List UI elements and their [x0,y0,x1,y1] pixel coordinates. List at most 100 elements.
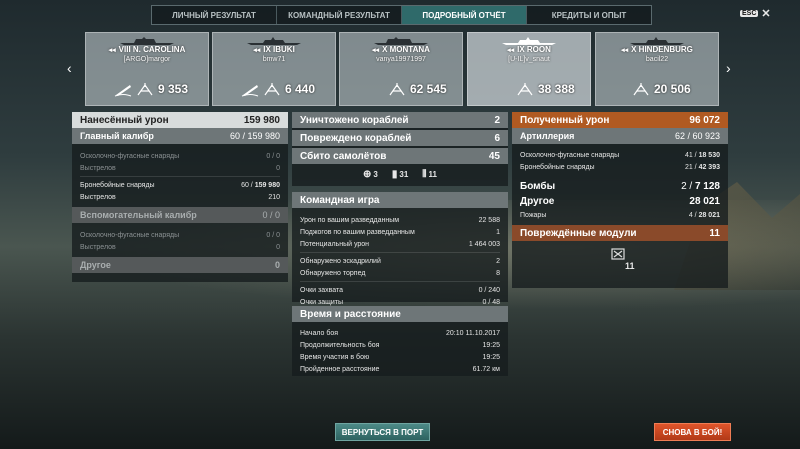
received-he-hits: 41 / [684,151,699,159]
divider [300,252,500,253]
player-name: [U-IL]v_snaut [508,56,550,63]
received-ap-hits: 21 / [684,163,699,171]
battleship-class-icon: ◂◂ [108,47,116,54]
ships-damaged-value: 6 [494,132,500,144]
time-row-label: Время участия в бою [300,353,370,361]
shells-stat: ▮ 31 [392,169,408,180]
ship-damage-score: 62 545 [410,82,447,96]
other-received-value: 28 021 [689,196,720,207]
time-row-value: 19:25 [482,353,500,361]
tab-personal-result[interactable]: ЛИЧНЫЙ РЕЗУЛЬТАТ [152,6,277,24]
time-row-label: Начало боя [300,329,339,337]
ship-card[interactable]: ◂◂ IX IBUKI bmw71 6 440 [212,32,336,106]
fires-count: 4 / [688,211,699,219]
cruiser-silhouette-icon [630,37,684,45]
player-name: bmw71 [262,56,286,63]
time-row: Пройденное расстояние 61.72 км [292,363,508,375]
time-row-value: 20:10 11.10.2017 [446,329,500,337]
secondary-he-row: Осколочно-фугасные снаряды 0 / 0 [72,229,288,241]
team-row-value: 22 588 [478,216,500,224]
torpedo-icon: ⫴ [422,168,427,180]
player-name: [ARGO]margor [123,56,171,63]
team-row: Поджогов по вашим разведданным 1 [292,226,508,238]
time-row: Время участия в бою 19:25 [292,351,508,363]
battle-again-button[interactable]: СНОВА В БОЙ! [654,423,731,441]
crosshair-icon: ⊕ [363,168,372,180]
time-row: Продолжительность боя 19:25 [292,339,508,351]
secondary-shots-row: Выстрелов 0 [72,241,288,253]
team-row: Очки захвата 0 / 240 [292,284,508,296]
ship-damage-score: 9 353 [158,82,189,96]
ship-damage-score: 38 388 [538,82,575,96]
artillery-label: Артиллерия [520,131,575,141]
divider [300,281,500,282]
secondary-battery-row: Вспомогательный калибр 0 / 0 [72,207,288,223]
planes-shot-value: 45 [488,150,500,162]
bombs-hits: 2 / [681,181,695,192]
bombs-row: Бомбы 2 / 7 128 [512,179,728,194]
damaged-modules-header: Повреждённые модули 11 [512,225,728,241]
tab-credits-xp[interactable]: КРЕДИТЫ И ОПЫТ [527,6,651,24]
main-battery-row: Главный калибр 60 / 159 980 [72,128,288,144]
team-row-label: Очки защиты [300,298,344,306]
team-row: Обнаружено торпед 8 [292,267,508,279]
ap-shots-row: Выстрелов 210 [72,191,288,203]
sunk-ship-icon [241,85,259,97]
other-received-label: Другое [520,196,555,207]
carousel-left-arrow-icon[interactable]: ‹ [67,60,72,76]
tab-team-result[interactable]: КОМАНДНЫЙ РЕЗУЛЬТАТ [277,6,402,24]
ship-card[interactable]: ◂◂ X HINDENBURG bacil22 20 506 [595,32,719,106]
team-row-value: 1 464 003 [468,240,500,248]
damage-dealt-icon [264,83,280,96]
sunk-ship-icon [114,85,132,97]
report-tabs: ЛИЧНЫЙ РЕЗУЛЬТАТ КОМАНДНЫЙ РЕЗУЛЬТАТ ПОД… [151,5,652,25]
damage-dealt-label: Нанесённый урон [80,114,169,126]
cruiser-silhouette-icon [247,37,301,45]
ap-shots-label: Выстрелов [80,193,116,201]
close-icon: ✕ [761,8,771,20]
he-shells-value: 0 / 0 [266,152,280,160]
ap-hits-value: 60 / [241,181,255,189]
esc-close-button[interactable]: ESC ✕ [740,7,771,20]
team-row-label: Урон по вашим разведданным [300,216,400,224]
ship-card[interactable]: ◂◂ VIII N. CAROLINA [ARGO]margor 9 353 [85,32,209,106]
he-shots-label: Выстрелов [80,164,116,172]
damaged-modules-label: Повреждённые модули [520,227,637,239]
team-row-label: Потенциальный урон [300,240,370,248]
damaged-module-count: 11 [625,261,635,271]
ship-card-self[interactable]: ◂◂ IX ROON [U-IL]v_snaut 38 388 [467,32,591,106]
damaged-module-icon [611,248,625,260]
cruiser-silhouette-icon [502,37,556,45]
damage-dealt-icon [389,83,405,96]
ship-name: ◂◂ VIII N. CAROLINA [108,45,186,54]
tab-detailed-report[interactable]: ПОДРОБНЫЙ ОТЧЁТ [402,6,527,24]
ship-card[interactable]: ◂◂ X MONTANA vanya19971997 62 545 [339,32,463,106]
carousel-right-arrow-icon[interactable]: › [726,60,731,76]
module-icon-area: 11 [512,241,728,281]
cruiser-class-icon: ◂◂ [253,47,261,54]
ship-name: ◂◂ IX ROON [507,45,551,54]
time-row-label: Продолжительность боя [300,341,380,349]
divider [80,176,280,177]
shells-count: 31 [399,169,409,179]
team-row-value: 2 [496,257,500,265]
ship-name: ◂◂ X HINDENBURG [621,45,693,54]
citadel-stat: ⊕ 3 [363,169,378,180]
ships-destroyed-value: 2 [494,114,500,126]
damage-received-value: 96 072 [689,114,720,126]
planes-shot-row: Сбито самолётов 45 [292,148,508,164]
received-he-row: Осколочно-фугасные снаряды 41 / 18 530 [512,149,728,161]
damage-received-label: Полученный урон [520,114,610,126]
damage-received-panel: Полученный урон 96 072 Артиллерия 62 / 60 … [512,112,728,288]
received-ap-row: Бронебойные снаряды 21 / 42 393 [512,161,728,173]
other-received-row: Другое 28 021 [512,194,728,209]
team-row: Урон по вашим разведданным 22 588 [292,214,508,226]
secondary-battery-value: 0 / 0 [262,210,280,220]
shell-icon: ▮ [391,168,398,180]
main-battery-label: Главный калибр [80,131,154,141]
received-he-damage: 18 530 [698,151,720,159]
team-row-value: 8 [496,269,500,277]
received-he-label: Осколочно-фугасные снаряды [520,151,620,159]
return-to-port-button[interactable]: ВЕРНУТЬСЯ В ПОРТ [335,423,430,441]
damage-dealt-header: Нанесённый урон 159 980 [72,112,288,128]
